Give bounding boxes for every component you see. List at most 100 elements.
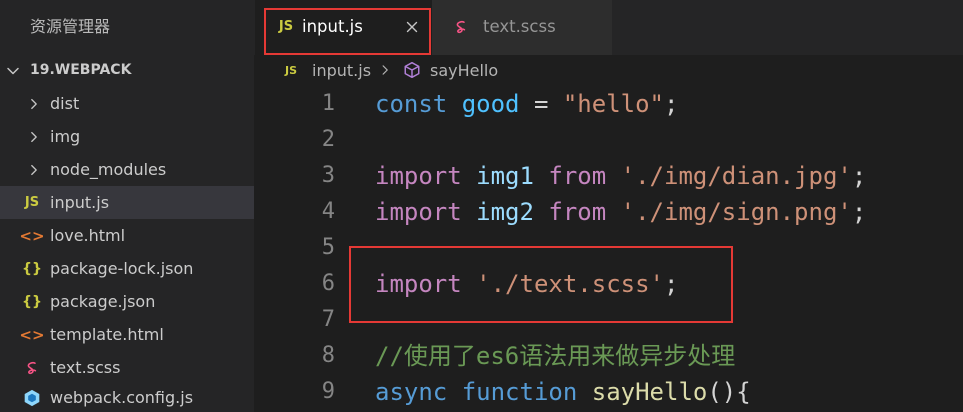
code-line[interactable]: 7 — [255, 302, 963, 338]
breadcrumb-file[interactable]: input.js — [312, 60, 371, 81]
code-text: import './text.scss'; — [375, 266, 678, 302]
tree-item-label: package-lock.json — [50, 258, 194, 278]
tree-item-love-html[interactable]: <> love.html — [0, 219, 254, 252]
tree-item-label: package.json — [50, 291, 156, 311]
line-number: 7 — [321, 307, 335, 332]
tree-item-text-scss[interactable]: text.scss — [0, 351, 254, 384]
code-line[interactable]: 1 const good = "hello"; — [255, 86, 963, 122]
code-text: const good = "hello"; — [375, 86, 678, 122]
code-token: ; — [851, 162, 867, 190]
code-token: "hello" — [562, 90, 665, 118]
code-line[interactable]: 2 — [255, 122, 963, 158]
code-line[interactable]: 3 import img1 from './img/dian.jpg'; — [255, 158, 963, 194]
js-icon: JS — [278, 19, 294, 34]
sass-icon — [450, 17, 472, 37]
tree-item-package-json[interactable]: {} package.json — [0, 285, 254, 318]
tab-label: input.js — [302, 17, 363, 36]
code-line[interactable]: 4 import img2 from './img/sign.png'; — [255, 194, 963, 230]
tree-item-webpack-config-js[interactable]: webpack.config.js — [0, 384, 254, 412]
code-token: from — [548, 162, 607, 190]
line-number: 5 — [321, 235, 335, 260]
tree-item-label: img — [50, 126, 81, 146]
html-icon: <> — [19, 226, 45, 245]
line-number: 4 — [321, 199, 335, 224]
code-line[interactable]: 8 //使用了es6语法用来做异步处理 — [255, 338, 963, 374]
chevron-right-icon — [379, 64, 391, 76]
webpack-icon — [19, 388, 45, 408]
tree-item-node-modules[interactable]: node_modules — [0, 153, 254, 186]
tree-item-img[interactable]: img — [0, 120, 254, 153]
chevron-right-icon — [27, 97, 41, 111]
code-editor[interactable]: 1 const good = "hello"; 2 3 import img1 … — [255, 86, 963, 412]
code-token: from — [548, 198, 607, 226]
breadcrumb: JS input.js sayHello — [254, 55, 963, 86]
chevron-down-icon — [5, 63, 21, 79]
code-token: good — [461, 90, 520, 118]
json-icon: {} — [22, 260, 42, 277]
code-line[interactable]: 9 async function sayHello(){ — [255, 374, 963, 410]
tree-item-label: webpack.config.js — [50, 388, 194, 407]
code-token: ; — [851, 198, 867, 226]
js-icon: JS — [284, 64, 297, 77]
explorer-sidebar: 资源管理器 19.WEBPACK dist img node_modules J… — [0, 0, 254, 412]
tab-text-scss[interactable]: text.scss — [432, 0, 612, 55]
code-token: './img/sign.png' — [620, 198, 852, 226]
code-token: import — [375, 198, 462, 226]
sass-icon — [19, 358, 45, 378]
tree-item-input-js[interactable]: JS input.js — [0, 186, 254, 219]
code-token: ; — [664, 270, 679, 298]
tree-item-label: dist — [50, 93, 80, 113]
tree-item-dist[interactable]: dist — [0, 87, 254, 120]
line-number: 1 — [321, 91, 335, 116]
code-token: import — [375, 270, 462, 298]
tree-item-package-lock-json[interactable]: {} package-lock.json — [0, 252, 254, 285]
code-token: async — [375, 378, 448, 406]
tree-item-template-html[interactable]: <> template.html — [0, 318, 254, 351]
code-text: import img1 from './img/dian.jpg'; — [375, 158, 866, 194]
chevron-right-icon — [27, 130, 41, 144]
code-token: (){ — [707, 378, 751, 406]
code-text: //使用了es6语法用来做异步处理 — [375, 338, 735, 374]
code-token: './img/dian.jpg' — [620, 162, 852, 190]
tree-item-label: text.scss — [50, 357, 121, 377]
explorer-section-label: 19.WEBPACK — [30, 62, 132, 78]
breadcrumb-symbol[interactable]: sayHello — [430, 60, 498, 81]
tab-input-js[interactable]: JS input.js — [255, 0, 432, 55]
tree-item-label: love.html — [50, 225, 126, 245]
code-token: './text.scss' — [476, 270, 664, 298]
code-token: const — [375, 90, 448, 118]
code-line[interactable]: 5 — [255, 230, 963, 266]
close-icon[interactable] — [404, 19, 420, 35]
symbol-method-icon — [403, 61, 421, 79]
code-token: = — [519, 90, 563, 118]
explorer-title: 资源管理器 — [30, 17, 111, 36]
tree-item-label: node_modules — [50, 159, 167, 179]
tree-item-label: template.html — [50, 324, 164, 344]
line-number: 6 — [321, 271, 335, 296]
code-line[interactable]: 6 import './text.scss'; — [255, 266, 963, 302]
js-icon: JS — [24, 194, 40, 210]
line-number: 9 — [321, 379, 335, 404]
chevron-right-icon — [27, 163, 41, 177]
line-number: 3 — [321, 163, 335, 188]
explorer-section-header[interactable]: 19.WEBPACK — [0, 55, 254, 86]
code-token: ; — [664, 90, 679, 118]
code-token: sayHello — [591, 378, 708, 406]
html-icon: <> — [19, 325, 45, 344]
code-text: async function sayHello(){ — [375, 374, 751, 410]
line-number: 2 — [321, 127, 335, 152]
json-icon: {} — [22, 293, 42, 310]
code-text: import img2 from './img/sign.png'; — [375, 194, 866, 230]
code-token: import — [375, 162, 462, 190]
line-number: 8 — [321, 343, 335, 368]
